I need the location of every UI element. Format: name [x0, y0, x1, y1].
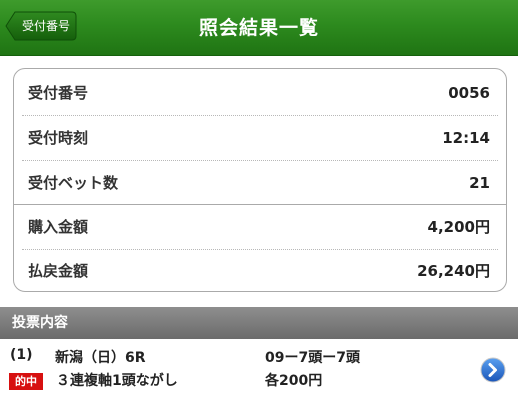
summary-row-receipt-number: 受付番号 0056 — [14, 70, 506, 115]
row-value: 21 — [469, 173, 490, 192]
bet-combination: 09ー7頭ー7頭 — [265, 350, 360, 366]
back-button[interactable]: 受付番号 — [5, 11, 77, 41]
bet-race: 新潟（日）6R — [55, 350, 146, 366]
page-title: 照会結果一覧 — [198, 17, 319, 39]
row-value: 12:14 — [442, 128, 490, 147]
chevron-right-icon[interactable] — [480, 357, 506, 383]
bet-index: (1) — [10, 347, 33, 363]
row-value: 26,240円 — [417, 262, 490, 280]
bet-amount: 各200円 — [265, 373, 323, 389]
row-label: 払戻金額 — [28, 262, 89, 280]
bet-list-item[interactable]: (1) 新潟（日）6R 09ー7頭ー7頭 的中 ３連複軸1頭ながし 各200円 — [0, 339, 518, 400]
summary-row-payout-amount: 払戻金額 26,240円 — [14, 248, 506, 293]
summary-row-receipt-time: 受付時刻 12:14 — [14, 115, 506, 160]
row-label: 受付時刻 — [28, 129, 89, 147]
row-label: 受付ベット数 — [28, 174, 119, 192]
summary-row-bet-count: 受付ベット数 21 — [14, 160, 506, 205]
row-label: 受付番号 — [28, 84, 89, 102]
row-value: 0056 — [448, 83, 490, 102]
hit-badge: 的中 — [9, 373, 43, 390]
summary-card: 受付番号 0056 受付時刻 12:14 受付ベット数 21 購入金額 4,20… — [13, 68, 507, 292]
row-value: 4,200円 — [427, 218, 490, 236]
summary-row-purchase-amount: 購入金額 4,200円 — [14, 204, 506, 249]
section-header-bet-content: 投票内容 — [0, 307, 518, 339]
row-label: 購入金額 — [28, 218, 89, 236]
header-bar: 照会結果一覧 受付番号 — [0, 0, 518, 56]
back-button-label: 受付番号 — [21, 19, 70, 33]
bet-type: ３連複軸1頭ながし — [56, 373, 178, 389]
